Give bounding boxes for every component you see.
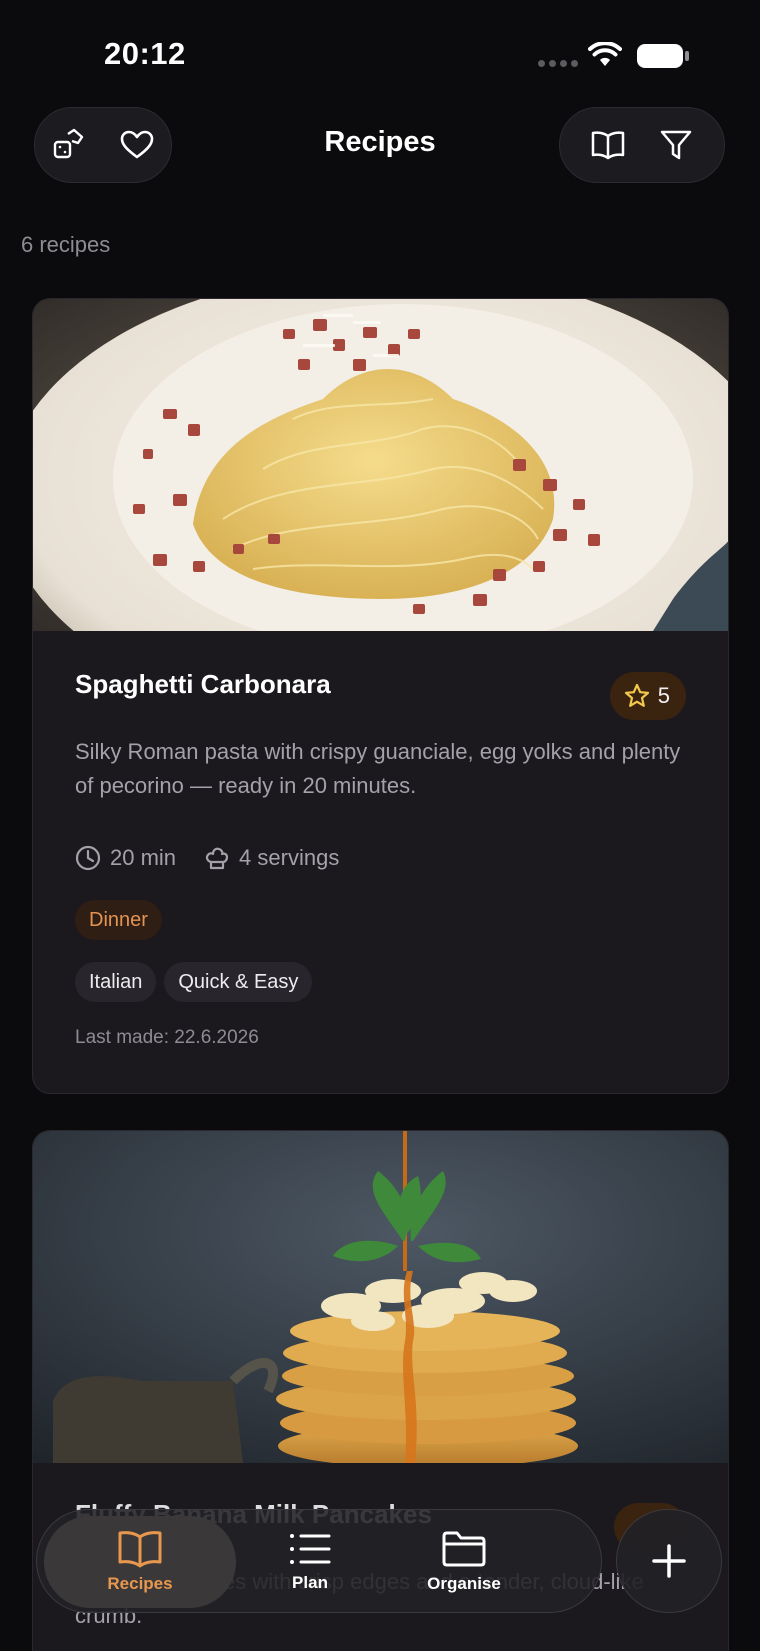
- recipe-description: Silky Roman pasta with crispy guanciale,…: [75, 739, 681, 798]
- tag-chip[interactable]: Italian: [75, 962, 157, 1002]
- rating-value: 5: [657, 683, 670, 708]
- clock-icon: [75, 845, 101, 871]
- tag-chip[interactable]: Quick & Easy: [164, 962, 313, 1002]
- tab-recipes[interactable]: Recipes: [44, 1516, 236, 1608]
- book-icon[interactable]: [588, 125, 628, 165]
- tags-row: Italian Quick & Easy: [75, 962, 313, 1002]
- tab-bar: Recipes Plan Organise: [36, 1509, 602, 1613]
- recipe-card[interactable]: Spaghetti Carbonara 5 Silky Roman pasta …: [32, 298, 729, 1094]
- book-icon: [118, 1531, 162, 1568]
- recipe-meta: 20 min 4 servings: [75, 845, 339, 871]
- folder-icon: [442, 1531, 486, 1567]
- cook-time: 20 min: [75, 845, 176, 871]
- header-right-actions: [559, 107, 725, 183]
- wifi-icon: [588, 42, 622, 66]
- chef-hat-icon: [205, 847, 229, 870]
- plus-icon: [652, 1544, 686, 1578]
- tab-organise[interactable]: Organise: [389, 1516, 539, 1608]
- star-icon: [624, 683, 649, 707]
- servings: 4 servings: [204, 845, 339, 871]
- tab-label: Organise: [427, 1574, 501, 1593]
- tab-label: Plan: [292, 1573, 328, 1592]
- rating-badge: 5: [609, 672, 686, 720]
- status-bar: 20:12: [0, 0, 760, 100]
- recipe-photo: [33, 1131, 728, 1463]
- recipe-photo: [33, 299, 728, 631]
- tab-plan[interactable]: Plan: [250, 1516, 370, 1608]
- recipe-title: Spaghetti Carbonara: [75, 669, 331, 699]
- last-made-date: Last made: 22.6.2026: [75, 1027, 259, 1048]
- battery-icon: [637, 44, 689, 68]
- cellular-signal-icon: [538, 60, 578, 67]
- servings-text: 4 servings: [239, 845, 340, 870]
- list-icon: [290, 1534, 331, 1564]
- tab-label: Recipes: [107, 1574, 173, 1593]
- cook-time-text: 20 min: [110, 845, 177, 870]
- add-recipe-button[interactable]: [616, 1509, 722, 1613]
- status-time: 20:12: [104, 36, 186, 71]
- meal-type-chip[interactable]: Dinner: [75, 900, 162, 940]
- filter-icon[interactable]: [656, 125, 696, 165]
- recipe-count: 6 recipes: [21, 232, 111, 257]
